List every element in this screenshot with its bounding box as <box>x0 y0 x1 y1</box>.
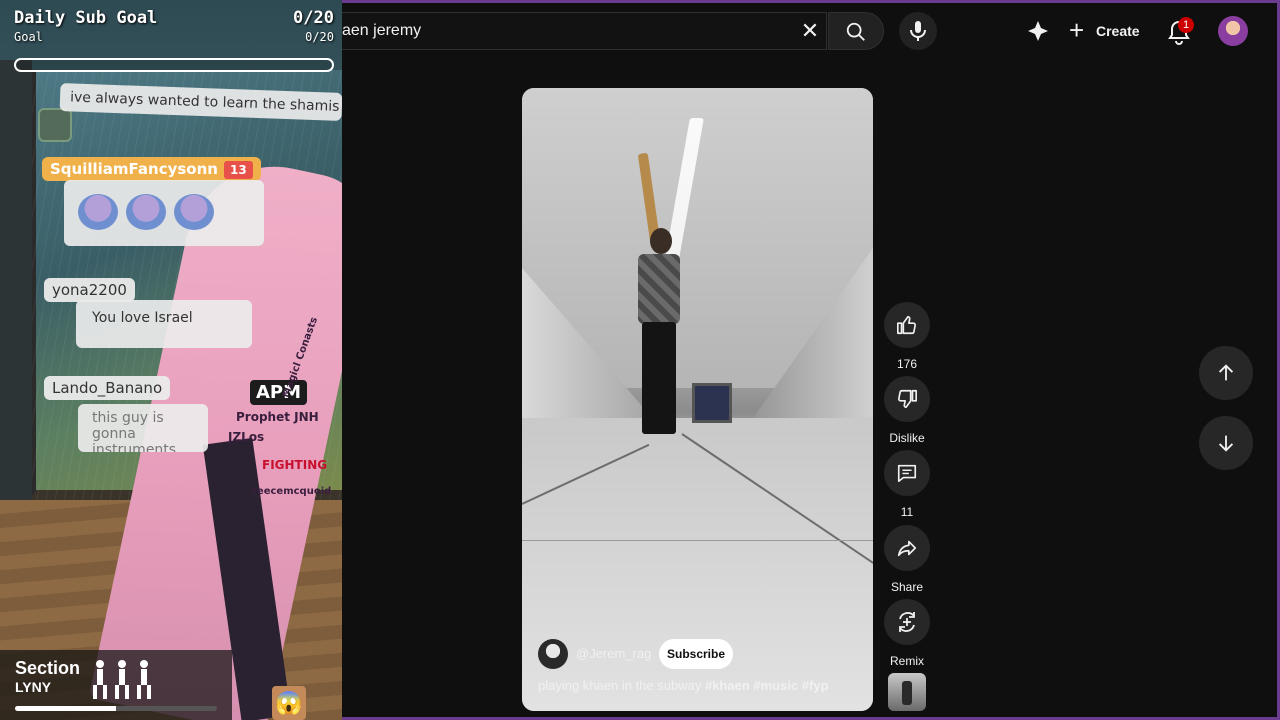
goal-count-small: 0/20 <box>305 30 334 44</box>
goal-progress-bar <box>14 58 334 72</box>
close-icon[interactable]: ✕ <box>796 17 824 45</box>
emote-icon <box>78 194 118 230</box>
performer-head <box>650 228 672 254</box>
video-performer <box>632 152 682 438</box>
chat-message: this guy is gonna instruments ca <box>78 404 208 452</box>
voice-search-button[interactable] <box>899 12 937 50</box>
short-title-text: playing khaen in the subway <box>538 678 705 693</box>
arrow-down-icon <box>1218 435 1234 452</box>
chat-username: yona2200 <box>44 278 135 302</box>
comment-count: 11 <box>900 505 914 519</box>
sticker-prophet: Prophet JNH <box>236 410 319 424</box>
share-action: Share <box>884 525 930 594</box>
thumbs-down-icon <box>898 389 917 409</box>
dislike-label: Dislike <box>889 431 925 445</box>
short-hashtags[interactable]: #khaen #music #fyp <box>705 678 829 693</box>
youtube-shorts-page: aen jeremy ✕ + Create 1 @Jerem_rag Subsc… <box>342 0 1280 720</box>
section-progress-bar <box>15 706 217 711</box>
wall <box>0 60 32 520</box>
dancers-icon <box>88 656 158 700</box>
sticker-apm: APM <box>250 380 308 405</box>
create-label: Create <box>1096 23 1140 39</box>
sticker-jzlos: JZLos <box>228 430 265 444</box>
stream-overlay: APM Prophet JNH JZLos FIGHTING reecemcqu… <box>0 0 342 720</box>
performer-torso <box>638 254 680 324</box>
thumbnail-figure <box>902 681 912 705</box>
search-box[interactable]: aen jeremy ✕ <box>342 12 827 50</box>
emote-icon <box>126 194 166 230</box>
user-avatar[interactable] <box>1218 16 1248 46</box>
create-button[interactable]: + Create <box>1059 13 1149 49</box>
comment-icon <box>897 464 917 483</box>
sparkle-icon <box>1028 21 1048 41</box>
short-video-player[interactable] <box>522 88 873 711</box>
share-button[interactable] <box>884 525 930 571</box>
previous-short-button[interactable] <box>1199 346 1253 400</box>
chat-badge: 13 <box>223 161 253 179</box>
section-widget: Section LYNY <box>0 650 232 720</box>
search-icon <box>846 22 865 41</box>
share-icon <box>897 540 917 557</box>
comments-button[interactable] <box>884 450 930 496</box>
face-emoji-icon: 😱 <box>272 686 306 720</box>
remix-label: Remix <box>889 654 924 668</box>
search-input[interactable]: aen jeremy <box>342 22 421 40</box>
dislike-button[interactable] <box>884 376 930 422</box>
next-short-button[interactable] <box>1199 416 1253 470</box>
like-count: 176 <box>896 357 918 371</box>
screen: APM Prophet JNH JZLos FIGHTING reecemcqu… <box>0 0 1280 720</box>
arrow-up-icon <box>1218 364 1234 381</box>
channel-name[interactable]: @Jerem_rag <box>576 646 651 661</box>
remix-icon <box>899 612 915 632</box>
chat-emote-message <box>64 180 264 246</box>
goal-title: Daily Sub Goal <box>14 8 158 28</box>
sticker-fighting: FIGHTING <box>262 458 328 472</box>
search-button[interactable] <box>828 12 884 50</box>
remix-button[interactable] <box>884 599 930 645</box>
chat-username-highlighted: SquilliamFancysonn 13 <box>42 157 261 181</box>
like-action: 176 <box>884 302 930 371</box>
chat-avatar <box>38 108 72 142</box>
cast-button[interactable] <box>1022 15 1054 47</box>
dislike-action: Dislike <box>884 376 930 445</box>
section-title: Section <box>15 658 81 678</box>
chat-username: Lando_Banano <box>44 376 171 400</box>
channel-avatar[interactable] <box>538 639 568 669</box>
section-progress-fill <box>15 706 116 711</box>
performer-legs <box>642 322 676 434</box>
sound-thumbnail[interactable] <box>888 673 926 711</box>
share-label: Share <box>890 580 924 594</box>
video-exit-door <box>692 383 732 423</box>
section-subtitle: LYNY <box>15 679 52 695</box>
sticker-reece: reecemcquoid <box>252 486 332 497</box>
chat-message: You love Israel <box>76 300 252 348</box>
notification-badge: 1 <box>1178 17 1194 33</box>
mic-icon <box>910 21 926 41</box>
floor-line <box>522 540 873 541</box>
like-button[interactable] <box>884 302 930 348</box>
emote-icon <box>174 194 214 230</box>
thumbs-up-icon <box>897 315 916 335</box>
sub-goal-widget: Daily Sub Goal Goal 0/20 0/20 <box>10 6 340 76</box>
plus-icon: + <box>1069 15 1085 45</box>
comments-action: 11 <box>884 450 930 519</box>
goal-count: 0/20 <box>293 8 334 28</box>
remix-action: Remix <box>884 599 930 668</box>
goal-subtitle: Goal <box>14 30 43 44</box>
chat-username: SquilliamFancysonn <box>50 160 218 178</box>
short-metadata: @Jerem_rag Subscribe playing khaen in th… <box>538 638 868 708</box>
short-title: playing khaen in the subway #khaen #musi… <box>538 678 829 693</box>
subscribe-button[interactable]: Subscribe <box>659 639 733 669</box>
